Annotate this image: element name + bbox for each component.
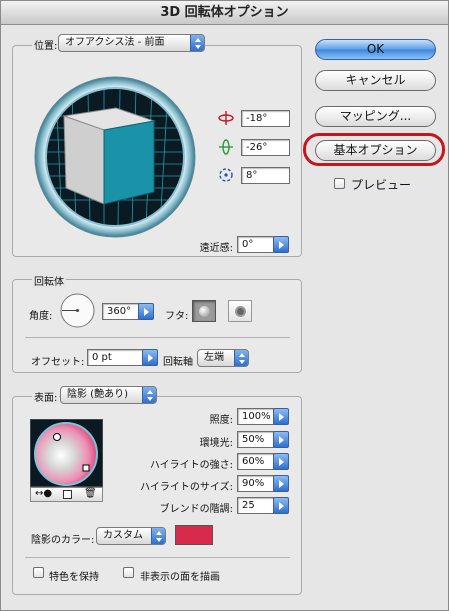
light-handle-1 bbox=[53, 433, 61, 441]
delete-light-icon[interactable]: 🗑 bbox=[84, 488, 97, 499]
intensity-slider-button[interactable] bbox=[273, 408, 289, 425]
y-rotation-input[interactable]: -26° bbox=[241, 139, 290, 156]
track-cube[interactable] bbox=[34, 76, 196, 238]
perspective-label: 遠近感: bbox=[199, 243, 233, 254]
position-preset-value: オフアクシス法 - 前面 bbox=[65, 37, 165, 48]
highlight-size-input[interactable]: 90% bbox=[237, 475, 274, 492]
x-rotation-input[interactable]: -18° bbox=[241, 110, 290, 127]
preserve-spot-checkbox[interactable] bbox=[33, 567, 44, 578]
offset-label: オフセット: bbox=[31, 357, 85, 368]
highlight-intensity-label: ハイライトの強さ: bbox=[149, 460, 233, 471]
angle-input[interactable]: 360° bbox=[102, 303, 139, 320]
highlight-intensity-slider-button[interactable] bbox=[273, 453, 289, 470]
highlight-size-slider-button[interactable] bbox=[273, 475, 289, 492]
cancel-button[interactable]: キャンセル bbox=[315, 70, 436, 91]
position-preset-select[interactable]: オフアクシス法 - 前面 bbox=[58, 34, 205, 52]
blend-steps-slider-button[interactable] bbox=[273, 497, 289, 514]
new-light-icon[interactable] bbox=[63, 490, 72, 499]
cap-on-icon bbox=[199, 306, 210, 317]
move-light-back-icon[interactable]: ↔● bbox=[35, 489, 52, 499]
blend-steps-input[interactable]: 25 bbox=[237, 497, 274, 514]
intensity-label: 照度: bbox=[209, 415, 233, 426]
draw-hidden-label: 非表示の面を描画 bbox=[140, 572, 220, 583]
shading-color-value: カスタム bbox=[103, 530, 143, 541]
surface-label: 表面: bbox=[32, 389, 60, 404]
z-rotation-input[interactable]: 8° bbox=[241, 167, 290, 184]
light-handle-2 bbox=[82, 464, 90, 472]
chevron-updown-icon bbox=[151, 528, 165, 544]
cube-front bbox=[103, 120, 155, 205]
perspective-slider-button[interactable] bbox=[273, 236, 289, 253]
preserve-spot-label: 特色を保持 bbox=[49, 572, 99, 583]
intensity-input[interactable]: 100% bbox=[237, 408, 274, 425]
revolve-separator bbox=[25, 337, 290, 338]
mapping-button[interactable]: マッピング... bbox=[315, 106, 436, 127]
cap-off-button[interactable] bbox=[228, 300, 252, 322]
ambient-input[interactable]: 50% bbox=[237, 431, 274, 448]
surface-type-select[interactable]: 陰影 (艶あり) bbox=[60, 386, 157, 404]
position-label: 位置: bbox=[32, 37, 60, 52]
basic-options-highlight bbox=[303, 133, 445, 166]
lighting-sphere[interactable] bbox=[32, 422, 100, 486]
angle-label: 角度: bbox=[29, 311, 53, 322]
chevron-updown-icon bbox=[234, 350, 248, 366]
offset-input[interactable]: 0 pt bbox=[87, 349, 143, 366]
cap-label: フタ: bbox=[165, 311, 189, 322]
axis-value: 左端 bbox=[204, 352, 224, 363]
y-axis-icon bbox=[219, 139, 233, 155]
chevron-updown-icon bbox=[190, 35, 204, 51]
shading-color-select[interactable]: カスタム bbox=[96, 527, 166, 545]
z-axis-icon bbox=[219, 168, 233, 182]
dialog-window: 3D 回転体オプション 位置: オフアクシス法 - 前面 -18° -26° 8… bbox=[0, 0, 449, 611]
preview-label: プレビュー bbox=[351, 178, 412, 192]
draw-hidden-checkbox[interactable] bbox=[123, 567, 134, 578]
ambient-label: 環境光: bbox=[199, 438, 233, 449]
shading-color-swatch[interactable] bbox=[175, 525, 213, 545]
ambient-slider-button[interactable] bbox=[273, 431, 289, 448]
revolve-group-title: 回転体 bbox=[32, 273, 66, 288]
window-title: 3D 回転体オプション bbox=[1, 1, 448, 25]
cap-on-button[interactable] bbox=[192, 300, 216, 322]
highlight-size-label: ハイライトのサイズ: bbox=[140, 482, 233, 493]
angle-slider-button[interactable] bbox=[138, 303, 154, 320]
x-axis-icon bbox=[218, 111, 234, 125]
blend-steps-label: ブレンドの階調: bbox=[159, 504, 233, 515]
shading-color-label: 陰影のカラー: bbox=[31, 535, 95, 546]
cap-off-icon bbox=[235, 306, 246, 317]
preview-checkbox[interactable] bbox=[334, 178, 345, 189]
surface-type-value: 陰影 (艶あり) bbox=[67, 389, 128, 400]
ok-button[interactable]: OK bbox=[315, 39, 436, 60]
highlight-intensity-input[interactable]: 60% bbox=[237, 453, 274, 470]
chevron-updown-icon bbox=[142, 387, 156, 403]
axis-select[interactable]: 左端 bbox=[197, 349, 249, 367]
surface-separator bbox=[25, 557, 290, 558]
offset-slider-button[interactable] bbox=[142, 349, 158, 366]
angle-dial[interactable] bbox=[59, 292, 96, 329]
axis-label: 回転軸 bbox=[163, 357, 193, 368]
perspective-input[interactable]: 0° bbox=[237, 236, 274, 253]
